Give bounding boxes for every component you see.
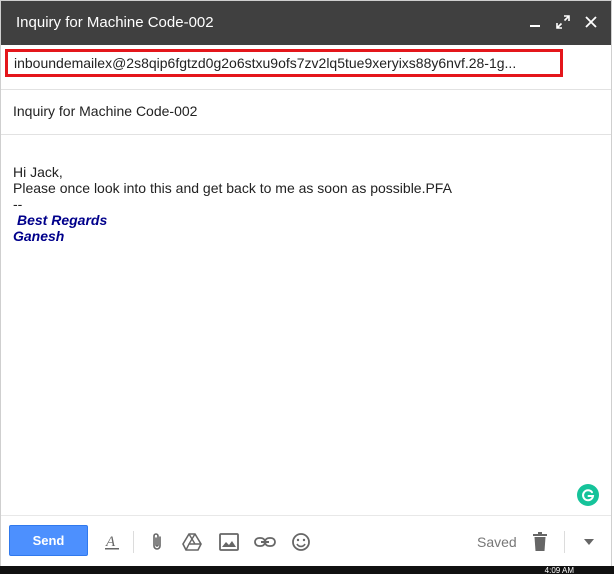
- attachment-icon[interactable]: [145, 530, 169, 554]
- delete-icon[interactable]: [528, 530, 552, 554]
- window-title: Inquiry for Machine Code-002: [16, 14, 214, 31]
- close-icon[interactable]: [581, 11, 601, 33]
- expand-icon[interactable]: [553, 11, 573, 33]
- grammarly-icon[interactable]: [577, 484, 599, 506]
- divider: [1, 89, 611, 90]
- signature-line-1: Best Regards: [17, 212, 108, 228]
- minimize-icon[interactable]: [525, 11, 545, 33]
- message-text: Please once look into this and get back …: [13, 180, 452, 196]
- divider: [133, 531, 134, 553]
- saved-status: Saved: [477, 534, 517, 550]
- drive-icon[interactable]: [180, 530, 204, 554]
- insert-photo-icon[interactable]: [217, 530, 241, 554]
- subject-field[interactable]: Inquiry for Machine Code-002: [13, 103, 197, 119]
- window-controls: [525, 11, 601, 33]
- svg-text:A: A: [105, 534, 116, 550]
- emoji-icon[interactable]: [289, 530, 313, 554]
- greeting-text: Hi Jack,: [13, 164, 63, 180]
- message-body[interactable]: Hi Jack, Please once look into this and …: [13, 164, 591, 244]
- compose-titlebar[interactable]: Inquiry for Machine Code-002: [1, 1, 611, 45]
- taskbar-strip: 4:09 AM: [0, 566, 614, 575]
- more-options-icon[interactable]: [577, 530, 601, 554]
- compose-window: Inquiry for Machine Code-002 inboundemai…: [0, 0, 612, 572]
- signature-separator: --: [13, 196, 23, 212]
- divider: [564, 531, 565, 553]
- divider: [1, 134, 611, 135]
- formatting-icon[interactable]: A: [100, 530, 124, 554]
- compose-toolbar: Send A Saved: [1, 515, 611, 566]
- recipients-field[interactable]: inboundemailex@2s8qip6fgtzd0g2o6stxu9ofs…: [5, 49, 563, 77]
- signature-line-2: Ganesh: [13, 228, 65, 244]
- send-button[interactable]: Send: [9, 525, 88, 556]
- link-icon[interactable]: [253, 530, 277, 554]
